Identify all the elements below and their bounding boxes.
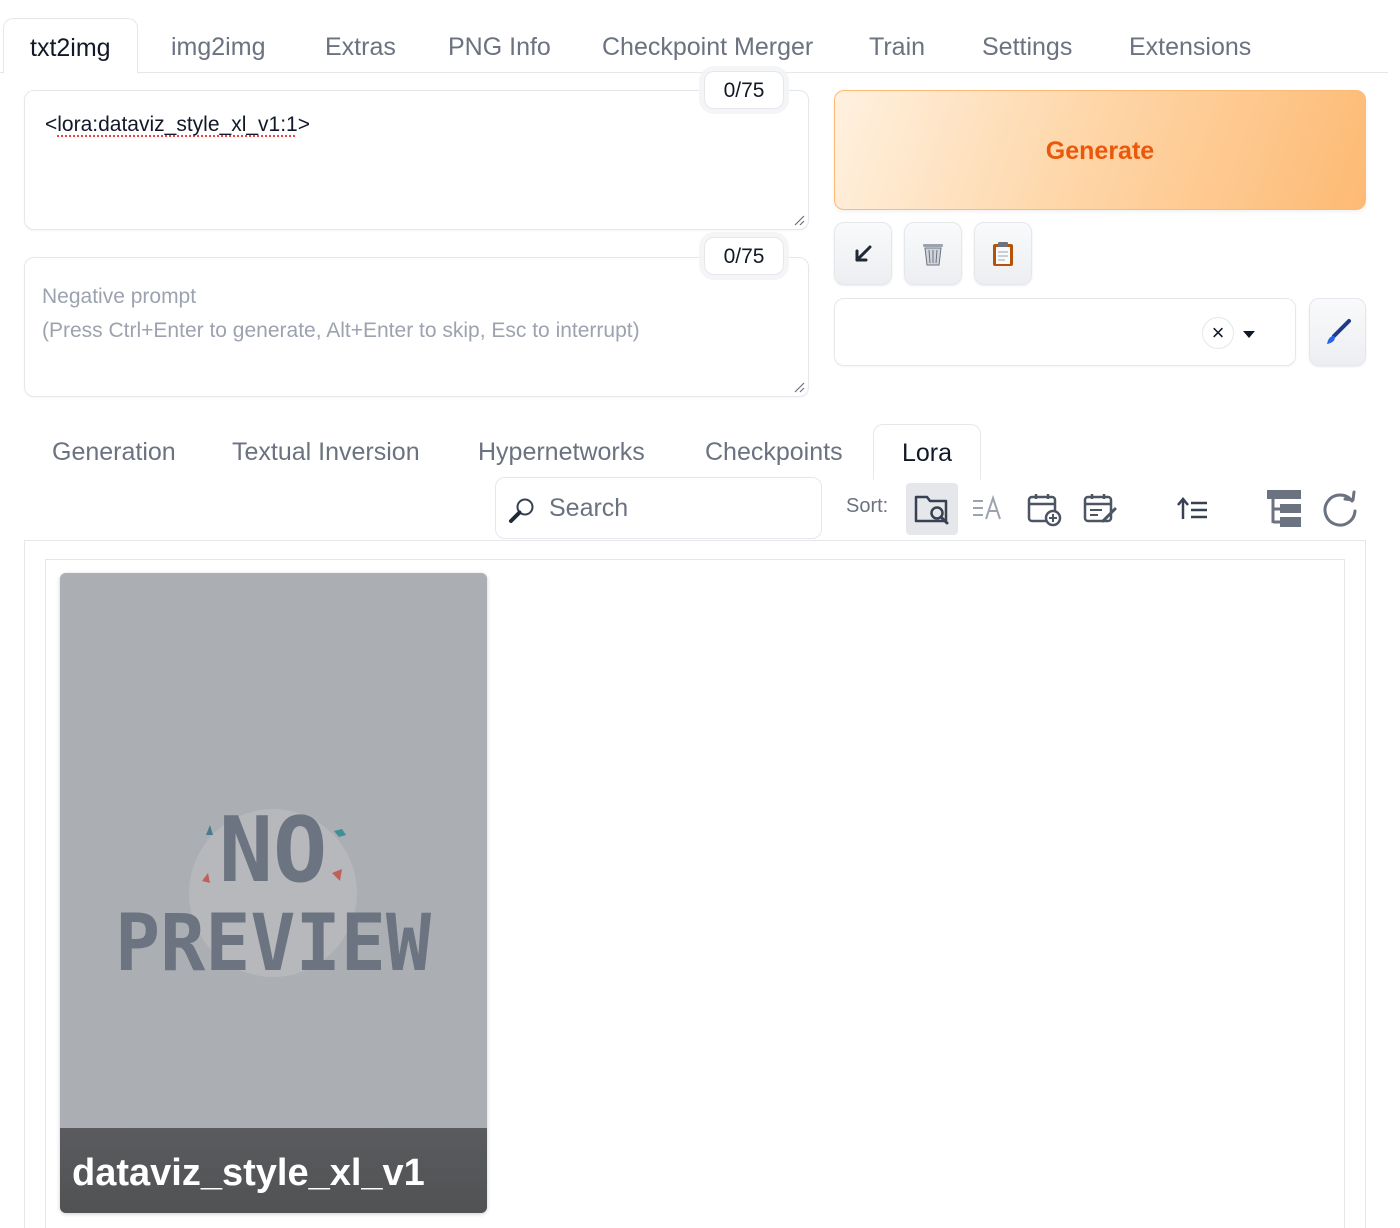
tab-settings[interactable]: Settings — [982, 18, 1072, 73]
sort-alpha-icon — [973, 494, 1001, 520]
tab-png-info[interactable]: PNG Info — [448, 18, 551, 73]
chevron-down-icon[interactable] — [1243, 331, 1255, 338]
prompt-text: <lora:dataviz_style_xl_v1:1> — [45, 113, 310, 136]
clear-selection-icon[interactable]: × — [1202, 317, 1234, 349]
sort-by-date-created-button[interactable] — [1018, 483, 1070, 535]
preview-text-line2: PREVIEW — [115, 899, 431, 989]
sort-by-date-modified-button[interactable] — [1074, 483, 1126, 535]
subtab-textual-inversion[interactable]: Textual Inversion — [232, 424, 420, 480]
subtab-generation[interactable]: Generation — [52, 424, 176, 480]
prompt-token-counter: 0/75 — [704, 71, 784, 109]
calendar-add-icon — [1027, 494, 1062, 527]
search-box[interactable] — [495, 477, 822, 539]
generate-button[interactable]: Generate — [834, 90, 1366, 210]
tab-extras[interactable]: Extras — [325, 18, 396, 73]
read-params-button[interactable] — [834, 222, 892, 285]
tab-extensions[interactable]: Extensions — [1129, 18, 1251, 73]
negative-prompt-token-counter: 0/75 — [704, 237, 784, 275]
tree-view-button[interactable] — [1258, 483, 1310, 535]
trash-icon — [923, 243, 943, 265]
search-input[interactable] — [549, 478, 814, 538]
tab-checkpoint-merger[interactable]: Checkpoint Merger — [602, 18, 813, 73]
subtab-lora[interactable]: Lora — [873, 424, 982, 480]
apply-styles-button[interactable] — [974, 222, 1032, 285]
subtab-hypernetworks[interactable]: Hypernetworks — [478, 424, 645, 480]
edit-styles-button[interactable] — [1309, 298, 1366, 366]
calendar-edit-icon — [1083, 494, 1117, 523]
styles-dropdown[interactable]: × — [834, 298, 1296, 366]
negative-prompt-textarea[interactable]: Negative prompt (Press Ctrl+Enter to gen… — [24, 257, 809, 397]
tab-img2img[interactable]: img2img — [171, 18, 265, 73]
sort-by-path-button[interactable] — [906, 483, 958, 535]
clear-prompt-button[interactable] — [904, 222, 962, 285]
resize-handle-icon[interactable] — [793, 381, 805, 393]
sort-by-name-button[interactable] — [962, 483, 1014, 535]
sort-ascending-icon — [1177, 497, 1207, 519]
negative-prompt-placeholder: Negative prompt (Press Ctrl+Enter to gen… — [42, 285, 640, 342]
lora-card[interactable]: NO PREVIEW dataviz_style_xl_v1 — [60, 573, 487, 1213]
search-icon — [509, 498, 534, 523]
tab-train[interactable]: Train — [869, 18, 925, 73]
main-tab-bar: txt2img img2img Extras PNG Info Checkpoi… — [0, 18, 1388, 74]
tab-txt2img[interactable]: txt2img — [3, 18, 138, 74]
refresh-button[interactable] — [1314, 483, 1366, 535]
sort-label: Sort: — [846, 495, 889, 517]
clipboard-icon — [993, 241, 1013, 266]
tree-view-icon — [1267, 490, 1301, 527]
preview-text-line1: NO — [219, 798, 327, 903]
arrow-down-left-icon — [855, 245, 872, 261]
card-name: dataviz_style_xl_v1 — [72, 1152, 425, 1194]
resize-handle-icon[interactable] — [793, 214, 805, 226]
subtab-checkpoints[interactable]: Checkpoints — [705, 424, 843, 480]
sort-order-button[interactable] — [1166, 483, 1218, 535]
refresh-icon — [1323, 490, 1357, 527]
paintbrush-icon — [1326, 319, 1351, 344]
folder-search-icon — [914, 495, 949, 525]
no-preview-image: NO PREVIEW — [60, 573, 487, 1128]
card-footer: dataviz_style_xl_v1 — [60, 1128, 487, 1213]
prompt-textarea[interactable]: <lora:dataviz_style_xl_v1:1> — [24, 90, 809, 230]
